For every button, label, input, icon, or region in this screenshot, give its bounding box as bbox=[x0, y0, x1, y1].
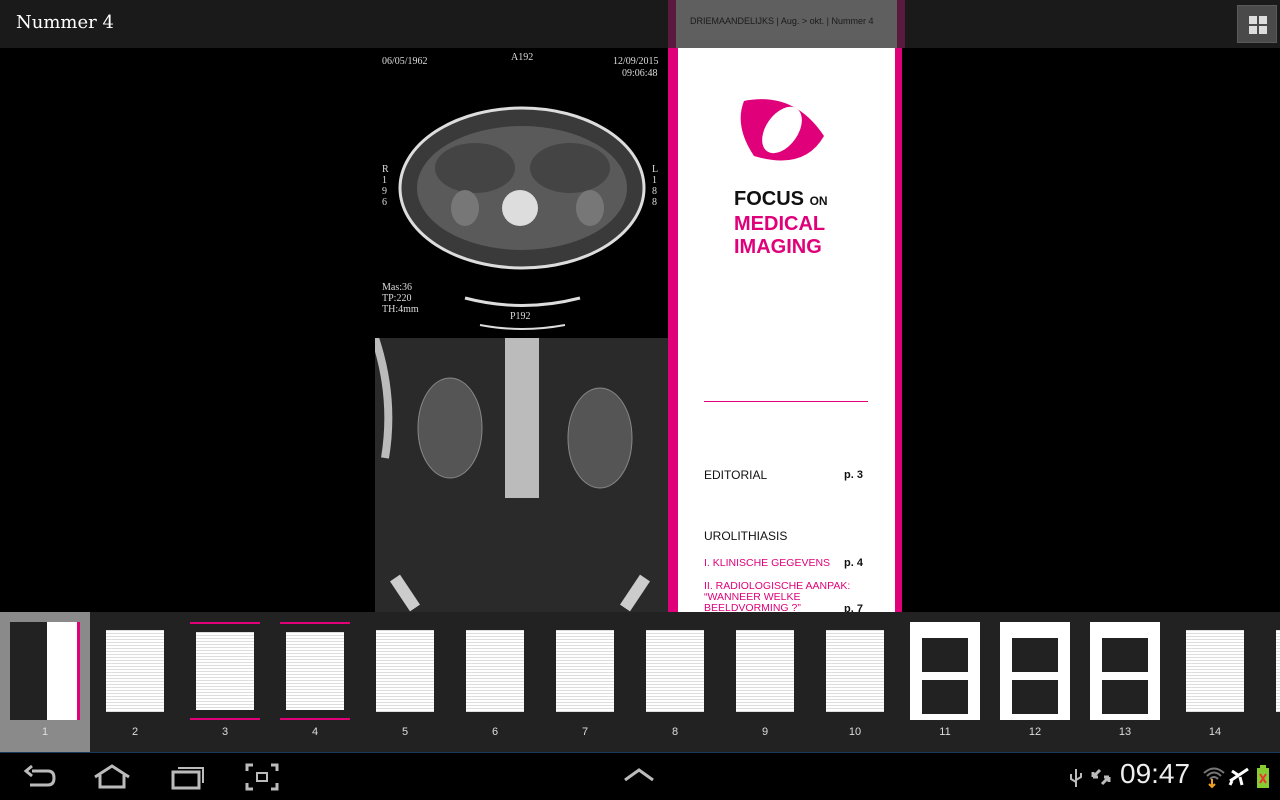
focus-logo-icon bbox=[740, 99, 824, 161]
magazine-header-text: DRIEMAANDELIJKS | Aug. > okt. | Nummer 4 bbox=[690, 16, 874, 26]
thumbnail-image bbox=[100, 622, 170, 720]
thumbnail-page-number: 2 bbox=[131, 726, 139, 738]
home-icon[interactable] bbox=[92, 763, 132, 791]
thumbnail-page-number: 7 bbox=[581, 726, 589, 738]
magazine-header: DRIEMAANDELIJKS | Aug. > okt. | Nummer 4 bbox=[668, 0, 905, 48]
thumbnail-image bbox=[1090, 622, 1160, 720]
thumbnail-image bbox=[730, 622, 800, 720]
system-nav-bar bbox=[0, 752, 1280, 800]
battery-icon bbox=[1257, 765, 1269, 788]
usb-icon bbox=[1070, 769, 1082, 787]
brand-title: FOCUS ON MEDICAL IMAGING bbox=[734, 188, 828, 258]
thumbnail-page-6[interactable]: 6 bbox=[450, 612, 540, 752]
toc-page: p. 4 bbox=[844, 557, 863, 569]
thumbnail-page-number: 5 bbox=[401, 726, 409, 738]
toc-page: p. 3 bbox=[844, 469, 863, 481]
thumbnail-image bbox=[550, 622, 620, 720]
sync-icon bbox=[1091, 768, 1111, 786]
thumbnail-page-number: 8 bbox=[671, 726, 679, 738]
divider bbox=[704, 401, 868, 402]
airplane-icon bbox=[1228, 767, 1249, 786]
chevron-up-icon[interactable] bbox=[622, 767, 656, 783]
thumbnail-page-15[interactable]: 15 bbox=[1260, 612, 1280, 752]
thumbnail-page-number: 1 bbox=[41, 726, 49, 738]
thumbnail-strip[interactable]: 123456789101112131415 bbox=[0, 612, 1280, 752]
thumbnail-page-4[interactable]: 4 bbox=[270, 612, 360, 752]
toc-item: II. RADIOLOGISCHE AANPAK: “WANNEER WELKE… bbox=[704, 580, 851, 614]
thumbnail-image bbox=[820, 622, 890, 720]
scan-label-bottom: P192 bbox=[510, 311, 531, 322]
scan-left-marker: R196 bbox=[382, 164, 389, 208]
thumbnail-page-number: 6 bbox=[491, 726, 499, 738]
screenshot-icon[interactable] bbox=[245, 763, 279, 791]
scan-right-marker: L188 bbox=[652, 164, 659, 208]
thumbnail-page-number: 10 bbox=[848, 726, 862, 738]
thumbnail-page-number: 14 bbox=[1208, 726, 1222, 738]
magazine-cover-page: FOCUS ON MEDICAL IMAGING EDITORIAL p. 3 … bbox=[668, 48, 905, 615]
thumbnail-page-1[interactable]: 1 bbox=[0, 612, 90, 752]
ct-coronal-drawing bbox=[371, 336, 668, 612]
thumbnail-page-number: 11 bbox=[939, 726, 951, 738]
thumbnail-page-number: 15 bbox=[1260, 726, 1280, 738]
thumbnail-page-number: 12 bbox=[1028, 726, 1042, 738]
ct-axial-image: 06/05/1962 A192 12/09/2015 09:06:48 R196… bbox=[375, 48, 668, 338]
thumbnail-page-3[interactable]: 3 bbox=[180, 612, 270, 752]
thumbnail-page-12[interactable]: 12 bbox=[990, 612, 1080, 752]
thumbnail-page-9[interactable]: 9 bbox=[720, 612, 810, 752]
thumbnail-page-2[interactable]: 2 bbox=[90, 612, 180, 752]
thumbnail-image bbox=[370, 622, 440, 720]
thumbnail-image bbox=[1270, 622, 1280, 720]
thumbnail-image bbox=[190, 622, 260, 720]
grid-view-button[interactable] bbox=[1237, 5, 1277, 43]
top-bar: Nummer 4 DRIEMAANDELIJKS | Aug. > okt. |… bbox=[0, 0, 1280, 48]
page-title: Nummer 4 bbox=[16, 12, 114, 33]
thumbnail-image bbox=[1000, 622, 1070, 720]
back-icon[interactable] bbox=[22, 763, 56, 791]
wifi-icon bbox=[1203, 767, 1225, 789]
scan-params: Mas:36 TP:220 TH:4mm bbox=[382, 282, 419, 315]
toc-item: I. KLINISCHE GEGEVENS bbox=[704, 557, 831, 569]
recents-icon[interactable] bbox=[170, 763, 206, 791]
toc-item: EDITORIAL bbox=[704, 468, 768, 482]
ct-axial-drawing bbox=[398, 106, 646, 330]
thumbnail-image bbox=[280, 622, 350, 720]
status-clock: 09:47 bbox=[1120, 758, 1191, 789]
scan-date: 06/05/1962 bbox=[382, 56, 428, 67]
ct-coronal-image bbox=[371, 336, 668, 612]
scan-label-top: A192 bbox=[511, 52, 534, 63]
thumbnail-image bbox=[1180, 622, 1250, 720]
scan-date-right: 12/09/2015 bbox=[613, 56, 659, 67]
thumbnail-page-10[interactable]: 10 bbox=[810, 612, 900, 752]
thumbnail-page-14[interactable]: 14 bbox=[1170, 612, 1260, 752]
thumbnail-page-11[interactable]: 11 bbox=[900, 612, 990, 752]
thumbnail-page-number: 9 bbox=[761, 726, 769, 738]
thumbnail-image bbox=[10, 622, 80, 720]
thumbnail-page-5[interactable]: 5 bbox=[360, 612, 450, 752]
thumbnail-page-13[interactable]: 13 bbox=[1080, 612, 1170, 752]
toc-section: UROLITHIASIS bbox=[704, 529, 788, 543]
thumbnail-page-7[interactable]: 7 bbox=[540, 612, 630, 752]
thumbnail-page-number: 13 bbox=[1118, 726, 1132, 738]
thumbnail-page-number: 4 bbox=[311, 726, 319, 738]
thumbnail-page-number: 3 bbox=[221, 726, 229, 738]
thumbnail-image bbox=[460, 622, 530, 720]
scan-time: 09:06:48 bbox=[622, 68, 658, 79]
thumbnail-image bbox=[910, 622, 980, 720]
thumbnail-image bbox=[640, 622, 710, 720]
thumbnail-page-8[interactable]: 8 bbox=[630, 612, 720, 752]
